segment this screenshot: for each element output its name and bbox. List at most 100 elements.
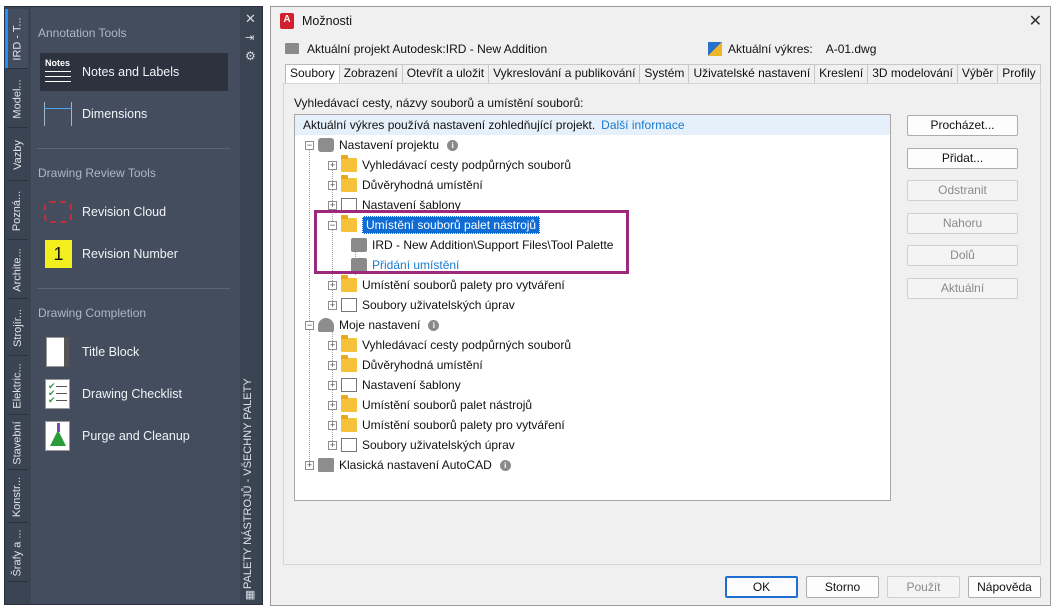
collapse-icon[interactable]: −: [305, 320, 314, 330]
tab-system[interactable]: Systém: [639, 64, 690, 83]
info-icon: i: [499, 459, 511, 471]
node-label: Soubory uživatelských úprav: [362, 438, 515, 452]
options-dialog: A Možnosti ✕ Aktuální projekt Autodesk:I…: [270, 6, 1051, 606]
expand-icon[interactable]: +: [328, 200, 337, 210]
palette-tab-archi[interactable]: Archite...: [7, 241, 28, 299]
tool-drawing-checklist[interactable]: ✔ ✔ ✔ Drawing Checklist: [40, 375, 228, 413]
palette-tab-pozn[interactable]: Pozná...: [7, 182, 28, 240]
tab-zobrazeni[interactable]: Zobrazení: [338, 64, 403, 83]
tree-node[interactable]: + Soubory uživatelských úprav: [328, 295, 515, 315]
tool-purge-and-cleanup[interactable]: Purge and Cleanup: [40, 417, 228, 455]
tree-node-classic-settings[interactable]: + Klasická nastavení AutoCAD i: [305, 455, 511, 475]
move-up-button[interactable]: Nahoru: [907, 213, 1018, 234]
tab-uzivatelske-nastaveni[interactable]: Uživatelské nastavení: [688, 64, 816, 83]
palette-tab-vazby[interactable]: Vazby: [7, 129, 28, 181]
tree-node[interactable]: + Umístění souborů palety pro vytváření: [328, 275, 565, 295]
palette-tab-stavebni[interactable]: Stavební: [7, 416, 28, 470]
tree-node-project-settings[interactable]: − Nastavení projektu i: [305, 135, 459, 155]
node-label: Umístění souborů palet nástrojů: [362, 398, 533, 412]
palette-tab-label: Šrafy a ...: [11, 528, 24, 577]
current-drawing: Aktuální výkres: A-01.dwg: [708, 42, 876, 56]
add-button[interactable]: Přidat...: [907, 148, 1018, 169]
palette-tab-elektr[interactable]: Elektric...: [7, 357, 28, 415]
help-button[interactable]: Nápověda: [968, 576, 1041, 598]
expand-icon[interactable]: +: [328, 160, 337, 170]
ok-button[interactable]: OK: [725, 576, 798, 598]
tool-revision-cloud[interactable]: Revision Cloud: [40, 193, 228, 231]
expand-icon[interactable]: +: [305, 460, 314, 470]
move-down-button[interactable]: Dolů: [907, 245, 1018, 266]
highlight-annotation-box: [314, 210, 629, 274]
palette-tab-label: Pozná...: [11, 190, 24, 231]
remove-button[interactable]: Odstranit: [907, 180, 1018, 201]
palette-tab-strip: IRD - T... Model... Vazby Pozná... Archi…: [5, 7, 30, 604]
palette-tab-ird[interactable]: IRD - T...: [5, 9, 28, 69]
cancel-button[interactable]: Storno: [806, 576, 879, 598]
gear-icon[interactable]: ⚙: [245, 49, 256, 63]
tab-kresleni[interactable]: Kreslení: [814, 64, 869, 83]
tree-node[interactable]: + Důvěryhodná umístění: [328, 355, 483, 375]
palette-content: Annotation Tools Notes Notes and Labels …: [31, 7, 242, 604]
tree-notice: Aktuální výkres používá nastavení zohled…: [295, 115, 890, 135]
palette-tab-konstr[interactable]: Konstr...: [7, 471, 28, 523]
tool-title-block[interactable]: Title Block: [40, 333, 228, 371]
tool-dimensions[interactable]: Dimensions: [40, 95, 228, 133]
auto-hide-icon[interactable]: ⇥: [245, 31, 254, 45]
project-settings-icon: [318, 138, 334, 152]
palette-tab-stroj[interactable]: Strojír...: [7, 300, 28, 356]
tool-label: Revision Cloud: [82, 205, 167, 219]
palette-tab-label: Konstr...: [11, 476, 24, 517]
expand-icon[interactable]: +: [328, 360, 337, 370]
expand-icon[interactable]: +: [328, 440, 337, 450]
browse-button[interactable]: Procházet...: [907, 115, 1018, 136]
palette-tab-srafy[interactable]: Šrafy a ...: [7, 524, 28, 582]
palette-tab-label: Stavební: [11, 420, 24, 465]
apply-button[interactable]: Použít: [887, 576, 960, 598]
file-tree[interactable]: Aktuální výkres používá nastavení zohled…: [294, 114, 891, 501]
set-current-button[interactable]: Aktuální: [907, 278, 1018, 299]
dialog-title: Možnosti: [302, 14, 353, 28]
tree-node[interactable]: + Umístění souborů palety pro vytváření: [328, 415, 565, 435]
tree-node-my-settings[interactable]: − Moje nastavení i: [305, 315, 440, 335]
expand-icon[interactable]: +: [328, 180, 337, 190]
tree-node[interactable]: + Umístění souborů palet nástrojů: [328, 395, 532, 415]
more-info-link[interactable]: Další informace: [601, 118, 684, 132]
collapse-icon[interactable]: −: [305, 140, 314, 150]
palette-tab-label: Archite...: [11, 247, 24, 292]
drawing-label: Aktuální výkres:: [728, 42, 813, 56]
notes-icon-text: Notes: [45, 58, 71, 68]
palette-tab-model[interactable]: Model...: [7, 70, 28, 128]
tab-soubory[interactable]: Soubory: [285, 64, 340, 84]
tool-revision-number[interactable]: 1 Revision Number: [40, 235, 228, 273]
template-icon: [341, 378, 357, 392]
drawing-value: A-01.dwg: [825, 42, 877, 56]
tree-node[interactable]: + Soubory uživatelských úprav: [328, 435, 515, 455]
tab-vykreslovani[interactable]: Vykreslování a publikování: [488, 64, 641, 83]
tree-node[interactable]: + Důvěryhodná umístění: [328, 175, 483, 195]
tab-3d-modelovani[interactable]: 3D modelování: [867, 64, 958, 83]
title-bar: A Možnosti ✕: [271, 7, 1050, 35]
palette-properties-icon[interactable]: ▦: [245, 588, 255, 602]
drawing-icon: [708, 42, 722, 56]
expand-icon[interactable]: +: [328, 300, 337, 310]
expand-icon[interactable]: +: [328, 400, 337, 410]
tab-vyber[interactable]: Výběr: [956, 64, 999, 83]
expand-icon[interactable]: +: [328, 280, 337, 290]
tree-node[interactable]: + Nastavení šablony: [328, 375, 461, 395]
close-icon[interactable]: ✕: [245, 12, 256, 26]
expand-icon[interactable]: +: [328, 340, 337, 350]
close-icon[interactable]: ✕: [1029, 11, 1042, 31]
tool-label: Dimensions: [82, 107, 148, 121]
tab-profily[interactable]: Profily: [997, 64, 1041, 83]
tree-node[interactable]: + Vyhledávací cesty podpůrných souborů: [328, 335, 571, 355]
tree-node[interactable]: + Vyhledávací cesty podpůrných souborů: [328, 155, 571, 175]
expand-icon[interactable]: +: [328, 420, 337, 430]
folder-icon: [341, 395, 357, 412]
tool-notes-and-labels[interactable]: Notes Notes and Labels: [40, 53, 228, 91]
title-block-icon: [42, 336, 74, 368]
node-label: Umístění souborů palety pro vytváření: [362, 278, 565, 292]
tool-label: Purge and Cleanup: [82, 429, 190, 443]
tab-otevrit-a-ulozit[interactable]: Otevřít a uložit: [401, 64, 490, 83]
node-label: Důvěryhodná umístění: [362, 178, 483, 192]
expand-icon[interactable]: +: [328, 380, 337, 390]
